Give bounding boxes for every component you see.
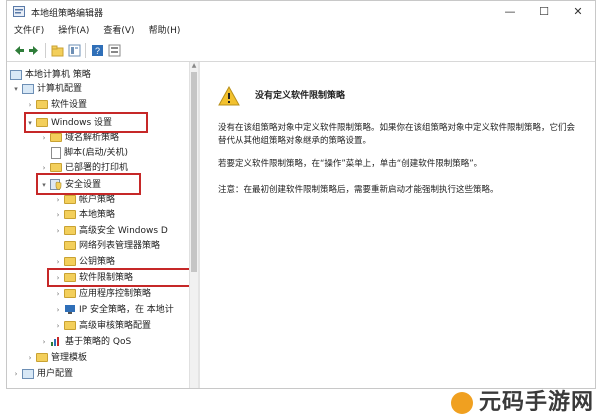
warning-icon: [218, 86, 240, 106]
tree-item-firewall[interactable]: › 高级安全 Windows D: [53, 224, 168, 238]
printer-icon: [50, 163, 62, 172]
collapsed-arrow-icon[interactable]: ›: [39, 131, 49, 145]
tree-item-qos[interactable]: › 基于策略的 QoS: [39, 335, 131, 349]
expanded-arrow-icon[interactable]: ▾: [11, 82, 21, 96]
minimize-button[interactable]: —: [493, 1, 527, 23]
toolbar-separator: [45, 43, 46, 58]
content-paragraph: 若要定义软件限制策略，在“操作”菜单上，单击“创建软件限制策略”。: [218, 159, 483, 169]
menu-file[interactable]: 文件(F): [7, 23, 51, 40]
tree-item-audit-config[interactable]: › 高级审核策略配置: [53, 319, 151, 333]
folder-icon: [64, 210, 76, 219]
collapsed-arrow-icon[interactable]: ›: [53, 208, 63, 222]
user-icon: [22, 369, 34, 379]
close-button[interactable]: ✕: [561, 1, 595, 23]
folder-icon: [64, 241, 76, 250]
app-icon: [13, 6, 25, 17]
computer-icon: [22, 84, 34, 94]
collapsed-arrow-icon[interactable]: ›: [25, 351, 35, 365]
collapsed-arrow-icon[interactable]: ›: [53, 224, 63, 238]
scroll-up-icon[interactable]: ▲: [190, 62, 198, 70]
collapsed-arrow-icon[interactable]: ›: [11, 367, 21, 381]
tree-item-scripts[interactable]: 脚本(启动/关机): [39, 146, 128, 160]
folder-icon: [64, 289, 76, 298]
menu-help[interactable]: 帮助(H): [142, 23, 188, 40]
qos-chart-icon: [51, 337, 59, 346]
menu-bar: 文件(F) 操作(A) 查看(V) 帮助(H): [7, 23, 595, 40]
tree-item-name-resolution[interactable]: › 域名解析策略: [39, 131, 119, 145]
folder-icon: [64, 321, 76, 330]
highlight-box-windows-settings: [24, 112, 148, 133]
tree-item-network-list[interactable]: 网络列表管理器策略: [53, 239, 160, 253]
details-pane: 没有定义软件限制策略 没有在该组策略对象中定义软件限制策略。如果你在该组策略对象…: [200, 62, 595, 388]
toolbar: ?: [7, 40, 595, 62]
back-icon[interactable]: [12, 44, 25, 57]
folder-icon: [64, 226, 76, 235]
folder-icon: [64, 195, 76, 204]
tree-item-software-settings[interactable]: › 软件设置: [25, 98, 87, 112]
highlight-box-software-restriction: [47, 268, 202, 287]
forward-icon[interactable]: [28, 44, 41, 57]
maximize-button[interactable]: ☐: [527, 1, 561, 23]
tree-item-account-policies[interactable]: › 帐户策略: [53, 193, 115, 207]
tree-item-public-key[interactable]: › 公钥策略: [53, 255, 115, 269]
tree-item-ip-security[interactable]: › IP 安全策略，在 本地计: [53, 303, 174, 317]
tree-item-app-control[interactable]: › 应用程序控制策略: [53, 287, 151, 301]
highlight-box-security-settings: [36, 173, 141, 195]
show-tree-icon[interactable]: [51, 44, 64, 57]
tree-item-root[interactable]: 本地计算机 策略: [9, 68, 91, 82]
tree-item-local-policies[interactable]: › 本地策略: [53, 208, 115, 222]
collapsed-arrow-icon[interactable]: ›: [53, 319, 63, 333]
watermark-logo-icon: [450, 392, 473, 414]
script-icon: [51, 147, 61, 159]
tree-pane: 本地计算机 策略 ▾ 计算机配置 › 软件设置 ▾ Windows 设置 › 域名解析策…: [7, 62, 202, 388]
group-policy-editor-window: 本地组策略编辑器 — ☐ ✕ 文件(F)操作(A)查看(V)帮助(H) ?: [6, 0, 596, 389]
collapsed-arrow-icon[interactable]: ›: [39, 335, 49, 349]
watermark: 元码手游网: [450, 384, 594, 416]
help-icon[interactable]: ?: [91, 44, 104, 57]
folder-icon: [36, 353, 48, 362]
content-paragraph: 没有在该组策略对象中定义软件限制策略。如果你在该组策略对象中定义软件限制策略，它…: [218, 123, 576, 146]
tree-scrollbar[interactable]: ▲: [189, 62, 198, 388]
tree-item-admin-templates[interactable]: › 管理模板: [25, 351, 87, 365]
collapsed-arrow-icon[interactable]: ›: [53, 255, 63, 269]
folder-icon: [64, 257, 76, 266]
content-heading: 没有定义软件限制策略: [255, 91, 346, 101]
content-note: 注意：在最初创建软件限制策略后，需要重新启动才能强制执行这些策略。: [218, 185, 499, 195]
window-title: 本地组策略编辑器: [31, 9, 104, 19]
collapsed-arrow-icon[interactable]: ›: [53, 303, 63, 317]
ip-security-icon: [65, 305, 75, 314]
collapsed-arrow-icon[interactable]: ›: [53, 287, 63, 301]
properties-icon[interactable]: [68, 44, 81, 57]
title-bar: 本地组策略编辑器 — ☐ ✕: [7, 1, 595, 23]
menu-action[interactable]: 操作(A): [51, 23, 96, 40]
view-icon[interactable]: [108, 44, 121, 57]
tree-item-user-config[interactable]: › 用户配置: [11, 367, 73, 381]
collapsed-arrow-icon[interactable]: ›: [25, 98, 35, 112]
collapsed-arrow-icon[interactable]: ›: [53, 193, 63, 207]
svg-text:?: ?: [95, 46, 100, 56]
toolbar-separator: [85, 43, 86, 58]
menu-view[interactable]: 查看(V): [96, 23, 141, 40]
scrollbar-thumb[interactable]: [191, 72, 197, 272]
tree-item-computer-config[interactable]: ▾ 计算机配置: [11, 82, 82, 96]
folder-icon: [36, 100, 48, 109]
folder-icon: [50, 133, 62, 142]
computer-icon: [10, 70, 22, 80]
